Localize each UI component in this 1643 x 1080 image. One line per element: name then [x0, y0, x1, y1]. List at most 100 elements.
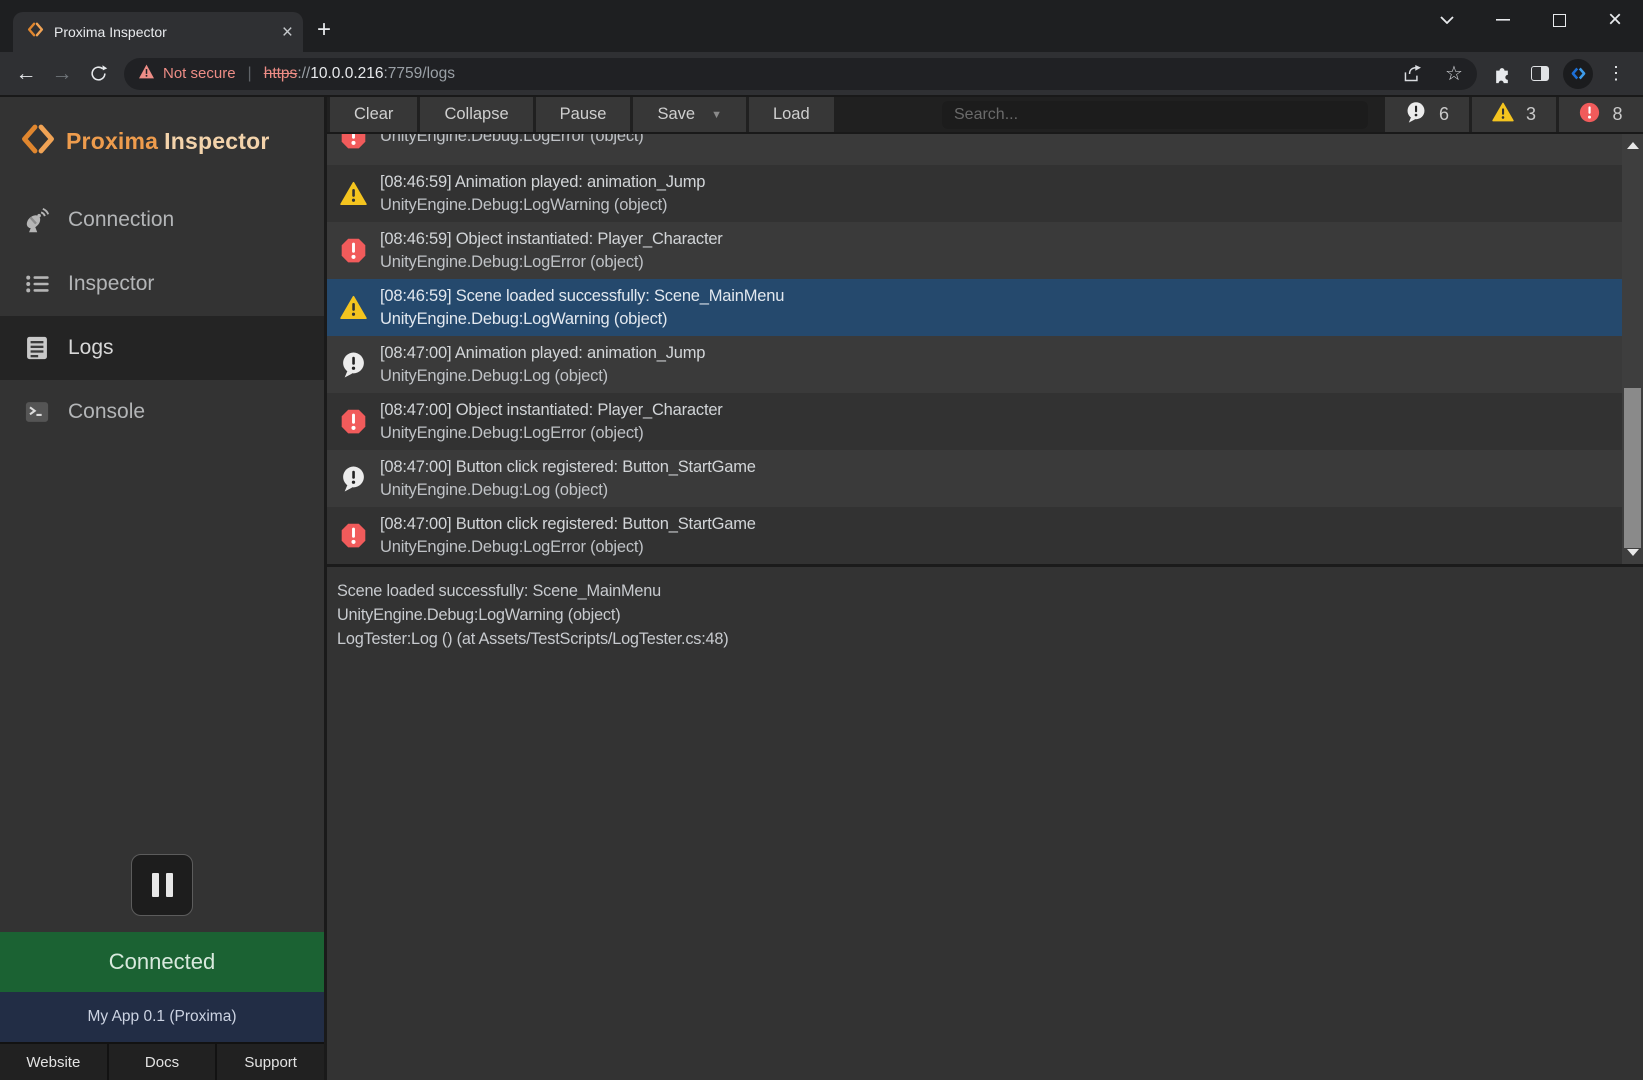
app-info-badge: My App 0.1 (Proxima): [0, 992, 324, 1042]
log-row[interactable]: [08:46:59] Animation played: animation_J…: [327, 165, 1622, 222]
warning-count: 3: [1526, 104, 1536, 125]
docs-link[interactable]: Docs: [107, 1044, 216, 1080]
search-input[interactable]: [942, 101, 1368, 129]
not-secure-label: Not secure: [163, 65, 236, 82]
detail-stack-line: LogTester:Log () (at Assets/TestScripts/…: [337, 627, 1643, 651]
website-link[interactable]: Website: [0, 1044, 107, 1080]
warning-triangle-icon: [1492, 102, 1514, 127]
info-filter-button[interactable]: 6: [1385, 97, 1469, 132]
log-stack: UnityEngine.Debug:LogError (object): [380, 251, 723, 274]
save-button[interactable]: Save▼: [633, 97, 746, 132]
pause-button[interactable]: Pause: [536, 97, 631, 132]
pill-divider: |: [248, 65, 252, 83]
log-stack: UnityEngine.Debug:LogError (object): [380, 422, 723, 445]
reload-button[interactable]: [80, 56, 116, 92]
app-title: ProximaInspector: [66, 128, 270, 155]
error-octagon-icon: [340, 237, 367, 264]
error-filter-button[interactable]: 8: [1559, 97, 1643, 132]
browser-address-bar: ← → Not secure | https://10.0.0.216:7759…: [0, 52, 1643, 95]
save-dropdown-caret-icon[interactable]: ▼: [711, 109, 722, 121]
error-count: 8: [1612, 104, 1622, 125]
sidebar-item-label: Console: [68, 400, 145, 424]
satellite-icon: [22, 206, 52, 234]
list-icon: [22, 270, 52, 298]
scrollbar-thumb[interactable]: [1624, 388, 1641, 548]
log-message: [08:47:00] Animation played: animation_J…: [380, 342, 705, 365]
proxima-favicon-icon: [27, 21, 44, 43]
window-maximize-button[interactable]: [1531, 0, 1587, 40]
log-scrollbar[interactable]: [1622, 134, 1643, 564]
terminal-icon: [22, 398, 52, 426]
support-link[interactable]: Support: [215, 1044, 324, 1080]
log-row[interactable]: [08:46:59] Object instantiated: Player_C…: [327, 222, 1622, 279]
browser-menu-icon[interactable]: ⋮: [1597, 56, 1635, 92]
warning-triangle-icon: [340, 295, 367, 320]
document-icon: [22, 334, 52, 362]
error-octagon-icon: [1579, 102, 1600, 128]
log-row[interactable]: [08:46:59] Scene loaded successfully: Sc…: [327, 279, 1622, 336]
log-stack: UnityEngine.Debug:LogWarning (object): [380, 194, 705, 217]
sidebar-item-console[interactable]: Console: [0, 380, 324, 444]
error-octagon-icon: [340, 522, 367, 549]
not-secure-warning-icon: [138, 64, 155, 84]
proxima-logo-icon: [20, 121, 56, 162]
scroll-down-arrow-icon[interactable]: [1627, 549, 1639, 556]
share-icon[interactable]: [1395, 58, 1429, 90]
sidebar-item-label: Logs: [68, 336, 114, 360]
tab-close-icon[interactable]: ×: [282, 23, 293, 42]
log-stack: UnityEngine.Debug:LogError (object): [380, 536, 756, 559]
collapse-button[interactable]: Collapse: [420, 97, 532, 132]
forward-button[interactable]: →: [44, 56, 80, 92]
side-panel-icon[interactable]: [1521, 56, 1559, 92]
log-list: UnityEngine.Debug:LogError (object) [08:…: [327, 134, 1643, 564]
log-row[interactable]: [08:47:00] Button click registered: Butt…: [327, 450, 1622, 507]
new-tab-button[interactable]: +: [317, 16, 331, 44]
log-row[interactable]: [08:47:00] Button click registered: Butt…: [327, 507, 1622, 564]
connection-status-badge: Connected: [0, 932, 324, 992]
log-message: [08:47:00] Button click registered: Butt…: [380, 513, 756, 536]
log-stack: UnityEngine.Debug:LogError (object): [380, 134, 644, 148]
detail-stack-line: UnityEngine.Debug:LogWarning (object): [337, 603, 1643, 627]
tab-search-chevron-icon[interactable]: [1419, 0, 1475, 40]
page-url: https://10.0.0.216:7759/logs: [264, 65, 455, 83]
info-bubble-icon: [340, 465, 367, 492]
extensions-puzzle-icon[interactable]: [1483, 56, 1521, 92]
log-message: [08:47:00] Button click registered: Butt…: [380, 456, 756, 479]
scroll-up-arrow-icon[interactable]: [1627, 142, 1639, 149]
sidebar-item-inspector[interactable]: Inspector: [0, 252, 324, 316]
warning-filter-button[interactable]: 3: [1472, 97, 1556, 132]
bookmark-star-icon[interactable]: ☆: [1437, 58, 1471, 90]
load-button[interactable]: Load: [749, 97, 834, 132]
error-octagon-icon: [340, 134, 367, 150]
window-minimize-button[interactable]: [1475, 0, 1531, 40]
proxima-logo: ProximaInspector: [20, 121, 324, 162]
url-field[interactable]: Not secure | https://10.0.0.216:7759/log…: [124, 58, 1477, 90]
detail-message: Scene loaded successfully: Scene_MainMen…: [337, 579, 1643, 603]
proxima-extension-icon[interactable]: [1559, 56, 1597, 92]
log-message: [08:46:59] Animation played: animation_J…: [380, 171, 705, 194]
sidebar-item-connection[interactable]: Connection: [0, 188, 324, 252]
sidebar: ProximaInspector Connection Inspector Lo…: [0, 97, 324, 1080]
sidebar-item-label: Inspector: [68, 272, 154, 296]
error-octagon-icon: [340, 408, 367, 435]
info-bubble-icon: [1405, 101, 1427, 128]
log-row[interactable]: [08:47:00] Animation played: animation_J…: [327, 336, 1622, 393]
info-bubble-icon: [340, 351, 367, 378]
browser-tab-bar: Proxima Inspector × + ×: [0, 0, 1643, 52]
pause-icon: [152, 873, 159, 897]
log-message: [08:46:59] Scene loaded successfully: Sc…: [380, 285, 784, 308]
log-message: [08:46:59] Object instantiated: Player_C…: [380, 228, 723, 251]
sidebar-item-logs[interactable]: Logs: [0, 316, 324, 380]
window-close-button[interactable]: ×: [1587, 0, 1643, 40]
browser-tab[interactable]: Proxima Inspector ×: [13, 12, 303, 52]
log-message: [08:47:00] Object instantiated: Player_C…: [380, 399, 723, 422]
logs-toolbar: Clear Collapse Pause Save▼ Load 6 3: [327, 97, 1643, 134]
back-button[interactable]: ←: [8, 56, 44, 92]
clear-button[interactable]: Clear: [330, 97, 417, 132]
pause-stream-button[interactable]: [131, 854, 193, 916]
tab-title: Proxima Inspector: [54, 24, 272, 40]
info-count: 6: [1439, 104, 1449, 125]
log-row[interactable]: [08:47:00] Object instantiated: Player_C…: [327, 393, 1622, 450]
log-row[interactable]: UnityEngine.Debug:LogError (object): [327, 134, 1622, 165]
log-detail-panel: Scene loaded successfully: Scene_MainMen…: [327, 564, 1643, 1080]
